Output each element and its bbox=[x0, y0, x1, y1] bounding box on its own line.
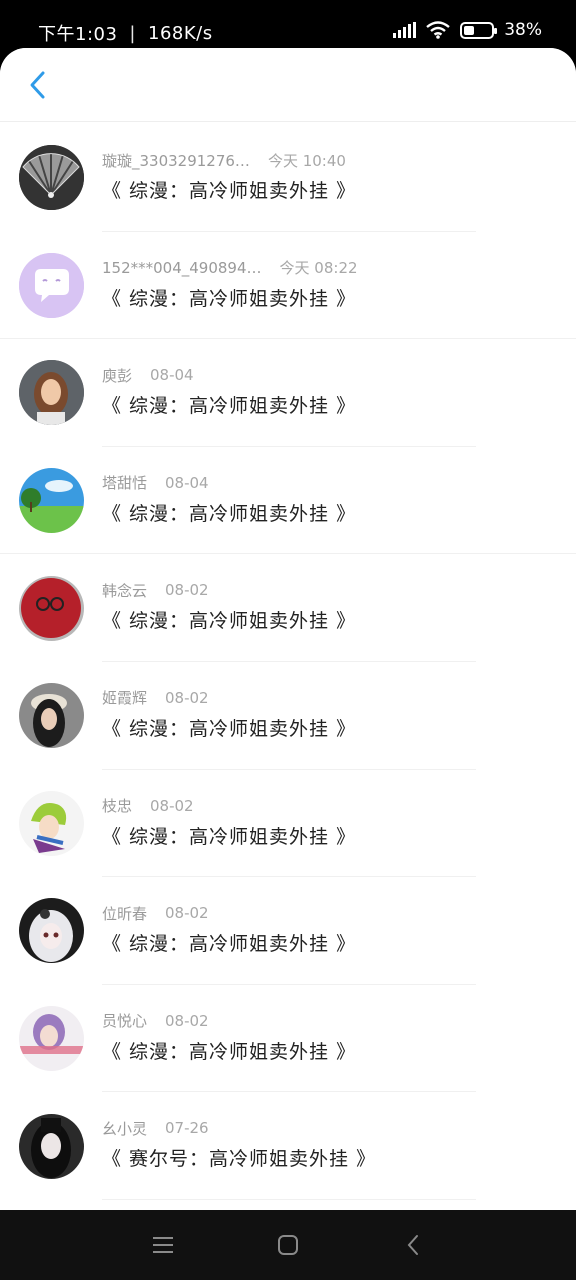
book-title: 《 赛尔号：高冷师姐卖外挂 》 bbox=[102, 1148, 377, 1171]
recent-apps-button[interactable] bbox=[143, 1225, 183, 1265]
landscape-avatar-icon bbox=[19, 468, 84, 534]
item-meta: 幺小灵 07-26 bbox=[102, 1118, 556, 1138]
back-button[interactable] bbox=[8, 55, 68, 115]
message-list: 璇璇_3303291276… 今天 10:40 《 综漫：高冷师姐卖外挂 》 1… bbox=[0, 124, 576, 1200]
anime-boy-avatar-icon bbox=[19, 790, 84, 856]
chevron-left-icon bbox=[30, 71, 45, 98]
home-icon bbox=[277, 1235, 298, 1255]
list-item[interactable]: 员悦心 08-02 《 综漫：高冷师姐卖外挂 》 bbox=[0, 985, 576, 1093]
item-meta: 枝忠 08-02 bbox=[102, 796, 556, 816]
item-meta: 塔甜恬 08-04 bbox=[102, 473, 556, 493]
item-body: 位昕春 08-02 《 综漫：高冷师姐卖外挂 》 bbox=[102, 903, 556, 956]
item-body: 塔甜恬 08-04 《 综漫：高冷师姐卖外挂 》 bbox=[102, 473, 556, 526]
book-title: 《 综漫：高冷师姐卖外挂 》 bbox=[102, 825, 357, 848]
item-meta: 璇璇_3303291276… 今天 10:40 bbox=[102, 150, 556, 170]
user-name: 韩念云 bbox=[102, 581, 148, 600]
item-time: 08-02 bbox=[165, 1011, 209, 1030]
back-icon bbox=[407, 1235, 419, 1255]
item-body: 璇璇_3303291276… 今天 10:40 《 综漫：高冷师姐卖外挂 》 bbox=[102, 150, 556, 203]
divider bbox=[102, 1198, 476, 1200]
user-name: 枝忠 bbox=[102, 797, 133, 816]
book-title: 《 综漫：高冷师姐卖外挂 》 bbox=[102, 717, 357, 740]
item-meta: 姬霞辉 08-02 bbox=[102, 688, 556, 708]
item-meta: 员悦心 08-02 bbox=[102, 1011, 556, 1031]
item-time: 08-04 bbox=[165, 473, 209, 492]
battery-text: 38% bbox=[504, 20, 542, 40]
item-time: 08-02 bbox=[150, 796, 194, 815]
item-time: 08-02 bbox=[165, 904, 209, 923]
anime-girl-avatar-icon bbox=[19, 898, 84, 964]
item-time: 08-02 bbox=[165, 688, 209, 707]
red-ball-avatar-icon bbox=[19, 575, 84, 641]
woman-portrait-avatar-icon bbox=[19, 360, 84, 426]
user-name: 位昕春 bbox=[102, 904, 148, 923]
list-item[interactable]: 璇璇_3303291276… 今天 10:40 《 综漫：高冷师姐卖外挂 》 bbox=[0, 124, 576, 232]
item-body: 152***004_490894… 今天 08:22 《 综漫：高冷师姐卖外挂 … bbox=[102, 258, 556, 311]
status-separator: | bbox=[129, 22, 136, 44]
item-body: 姬霞辉 08-02 《 综漫：高冷师姐卖外挂 》 bbox=[102, 688, 556, 741]
user-name: 员悦心 bbox=[102, 1012, 148, 1031]
user-name: 庾彭 bbox=[102, 366, 133, 385]
purple-hair-avatar-icon bbox=[19, 1006, 84, 1072]
item-body: 韩念云 08-02 《 综漫：高冷师姐卖外挂 》 bbox=[102, 580, 556, 633]
list-item[interactable]: 韩念云 08-02 《 综漫：高冷师姐卖外挂 》 bbox=[0, 554, 576, 662]
girl-cap-avatar-icon bbox=[19, 683, 84, 749]
item-time: 今天 10:40 bbox=[267, 151, 346, 170]
book-title: 《 综漫：高冷师姐卖外挂 》 bbox=[102, 180, 357, 202]
user-name: 璇璇_3303291276… bbox=[102, 151, 250, 170]
header bbox=[0, 48, 576, 122]
list-item[interactable]: 庾彭 08-04 《 综漫：高冷师姐卖外挂 》 bbox=[0, 339, 576, 447]
system-back-button[interactable] bbox=[393, 1225, 433, 1265]
item-time: 08-04 bbox=[150, 366, 194, 385]
item-time: 07-26 bbox=[165, 1119, 209, 1138]
item-time: 08-02 bbox=[165, 581, 209, 600]
list-item[interactable]: 枝忠 08-02 《 综漫：高冷师姐卖外挂 》 bbox=[0, 770, 576, 878]
list-item[interactable]: 塔甜恬 08-04 《 综漫：高冷师姐卖外挂 》 bbox=[0, 447, 576, 555]
item-body: 枝忠 08-02 《 综漫：高冷师姐卖外挂 》 bbox=[102, 796, 556, 849]
app-screen: 璇璇_3303291276… 今天 10:40 《 综漫：高冷师姐卖外挂 》 1… bbox=[0, 48, 576, 1210]
book-title: 《 综漫：高冷师姐卖外挂 》 bbox=[102, 287, 357, 310]
item-meta: 位昕春 08-02 bbox=[102, 903, 556, 923]
user-name: 152***004_490894… bbox=[102, 258, 262, 277]
wifi-icon bbox=[426, 21, 450, 39]
list-item[interactable]: 位昕春 08-02 《 综漫：高冷师姐卖外挂 》 bbox=[0, 877, 576, 985]
book-title: 《 综漫：高冷师姐卖外挂 》 bbox=[102, 933, 357, 956]
system-nav-bar bbox=[0, 1210, 576, 1280]
fan-avatar-icon bbox=[19, 145, 84, 211]
status-time: 下午1:03 bbox=[38, 24, 118, 45]
chat-bubble-avatar-icon bbox=[19, 252, 84, 318]
menu-icon bbox=[152, 1237, 173, 1253]
list-item[interactable]: 幺小灵 07-26 《 赛尔号：高冷师姐卖外挂 》 bbox=[0, 1092, 576, 1200]
item-meta: 152***004_490894… 今天 08:22 bbox=[102, 258, 556, 278]
list-item[interactable]: 姬霞辉 08-02 《 综漫：高冷师姐卖外挂 》 bbox=[0, 662, 576, 770]
item-body: 员悦心 08-02 《 综漫：高冷师姐卖外挂 》 bbox=[102, 1011, 556, 1064]
book-title: 《 综漫：高冷师姐卖外挂 》 bbox=[102, 610, 357, 633]
book-title: 《 综漫：高冷师姐卖外挂 》 bbox=[102, 1040, 357, 1063]
home-button[interactable] bbox=[268, 1225, 308, 1265]
book-title: 《 综漫：高冷师姐卖外挂 》 bbox=[102, 395, 357, 418]
network-speed: 168K/s bbox=[148, 22, 213, 44]
user-name: 塔甜恬 bbox=[102, 474, 148, 493]
item-body: 幺小灵 07-26 《 赛尔号：高冷师姐卖外挂 》 bbox=[102, 1118, 556, 1171]
status-right: 38% bbox=[393, 20, 542, 40]
battery-icon bbox=[460, 21, 498, 39]
item-meta: 韩念云 08-02 bbox=[102, 580, 556, 600]
book-title: 《 综漫：高冷师姐卖外挂 》 bbox=[102, 502, 357, 525]
signal-icon bbox=[393, 22, 417, 38]
list-item[interactable]: 152***004_490894… 今天 08:22 《 综漫：高冷师姐卖外挂 … bbox=[0, 232, 576, 340]
status-left: 下午1:03 | 168K/s bbox=[38, 20, 213, 46]
user-name: 姬霞辉 bbox=[102, 689, 148, 708]
item-meta: 庾彭 08-04 bbox=[102, 365, 556, 385]
item-body: 庾彭 08-04 《 综漫：高冷师姐卖外挂 》 bbox=[102, 365, 556, 418]
dark-portrait-avatar-icon bbox=[19, 1113, 84, 1179]
user-name: 幺小灵 bbox=[102, 1119, 148, 1138]
battery-level bbox=[464, 25, 475, 35]
item-time: 今天 08:22 bbox=[279, 259, 358, 278]
